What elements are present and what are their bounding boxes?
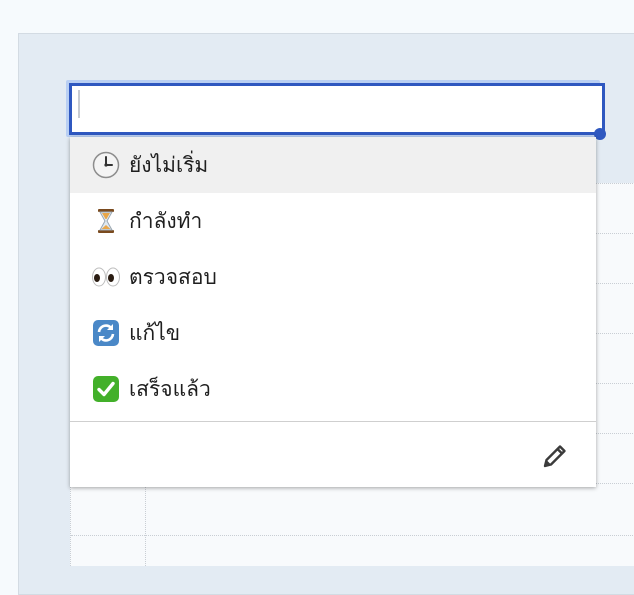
status-option-label: กำลังทำ (129, 208, 203, 233)
status-option-in-progress[interactable]: กำลังทำ (70, 193, 596, 249)
status-option-done[interactable]: เสร็จแล้ว (70, 361, 596, 417)
status-option-label: ยังไม่เริ่ม (129, 152, 209, 177)
status-dropdown: ยังไม่เริ่ม กำลังทำ ตรวจสอบ แก้ไข เสร็จแ… (70, 137, 596, 487)
status-option-revise[interactable]: แก้ไข (70, 305, 596, 361)
hourglass-icon (91, 206, 121, 236)
status-option-label: แก้ไข (129, 320, 181, 345)
dropdown-divider (70, 421, 596, 422)
clock-icon (91, 150, 121, 180)
edit-options-button[interactable] (537, 440, 573, 476)
pencil-icon (540, 441, 570, 475)
search-field-focus-ring (66, 80, 605, 137)
status-option-label: ตรวจสอบ (129, 264, 217, 289)
status-option-not-started[interactable]: ยังไม่เริ่ม (70, 137, 596, 193)
status-option-label: เสร็จแล้ว (129, 376, 211, 401)
text-caret (78, 90, 80, 118)
search-input[interactable] (69, 83, 605, 135)
refresh-icon (91, 318, 121, 348)
status-option-review[interactable]: ตรวจสอบ (70, 249, 596, 305)
eyes-icon (91, 262, 121, 292)
check-icon (91, 374, 121, 404)
